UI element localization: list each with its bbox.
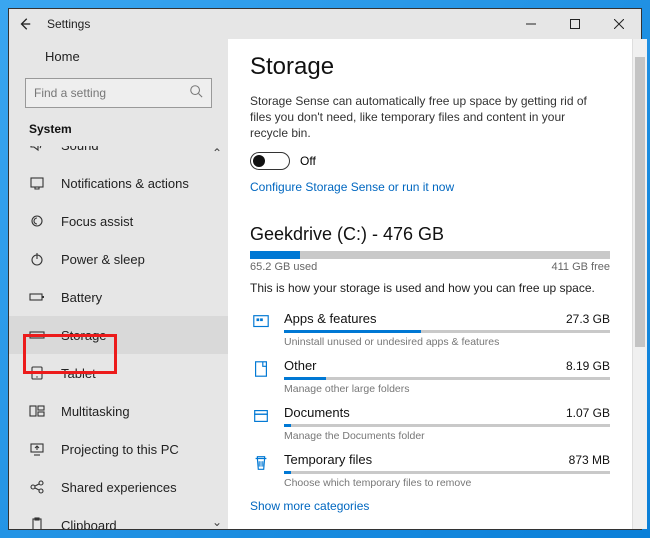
free-label: 411 GB free	[552, 261, 611, 273]
sidebar-item-multitasking[interactable]: Multitasking	[9, 392, 228, 430]
settings-window: Settings Home System	[8, 8, 642, 530]
other-icon	[250, 358, 272, 395]
category-hint: Manage the Documents folder	[284, 430, 610, 442]
temp-files-icon	[250, 452, 272, 489]
used-label: 65.2 GB used	[250, 261, 317, 273]
category-hint: Choose which temporary files to remove	[284, 477, 610, 489]
search-icon	[189, 84, 203, 103]
storage-icon	[29, 327, 45, 343]
close-icon	[614, 19, 624, 29]
clipboard-icon	[29, 517, 45, 529]
back-button[interactable]	[9, 9, 41, 39]
page-title: Storage	[250, 53, 610, 81]
sidebar-item-label: Multitasking	[61, 404, 130, 419]
scrollbar-thumb[interactable]	[635, 57, 645, 347]
storage-sense-toggle[interactable]	[250, 152, 290, 170]
sidebar-item-tablet[interactable]: Tablet	[9, 354, 228, 392]
sidebar-item-label: Clipboard	[61, 518, 117, 530]
close-button[interactable]	[597, 9, 641, 39]
sidebar-item-focus-assist[interactable]: Focus assist	[9, 202, 228, 240]
category-size: 873 MB	[569, 453, 610, 467]
section-header: System	[9, 118, 228, 146]
titlebar: Settings	[9, 9, 641, 39]
sidebar-item-storage[interactable]: Storage	[9, 316, 228, 354]
sidebar-item-label: Sound	[61, 146, 99, 153]
maximize-icon	[570, 19, 580, 29]
sidebar-item-label: Storage	[61, 328, 107, 343]
toggle-state-label: Off	[300, 154, 316, 168]
vertical-scrollbar[interactable]	[632, 39, 647, 529]
content-area: Home System ⌃ Sound Notifications & actio…	[9, 39, 641, 529]
sidebar-item-label: Focus assist	[61, 214, 133, 229]
maximize-button[interactable]	[553, 9, 597, 39]
category-hint: Uninstall unused or undesired apps & fea…	[284, 336, 610, 348]
shared-experiences-icon	[29, 479, 45, 495]
storage-categories: Apps & features27.3 GB Uninstall unused o…	[250, 305, 610, 493]
tablet-icon	[29, 365, 45, 381]
how-used-description: This is how your storage is used and how…	[250, 281, 610, 295]
sidebar-item-notifications-actions[interactable]: Notifications & actions	[9, 164, 228, 202]
back-arrow-icon	[18, 17, 32, 31]
home-label: Home	[45, 49, 80, 64]
storage-category-other[interactable]: Other8.19 GB Manage other large folders	[250, 352, 610, 399]
scroll-up-chevron-icon[interactable]: ⌃	[212, 146, 222, 160]
notifications-icon	[29, 175, 45, 191]
sidebar-item-shared-experiences[interactable]: Shared experiences	[9, 468, 228, 506]
minimize-button[interactable]	[509, 9, 553, 39]
sidebar-item-label: Shared experiences	[61, 480, 177, 495]
storage-category-documents[interactable]: Documents1.07 GB Manage the Documents fol…	[250, 399, 610, 446]
sidebar-item-battery[interactable]: Battery	[9, 278, 228, 316]
sidebar-item-projecting-to-this-pc[interactable]: Projecting to this PC	[9, 430, 228, 468]
sidebar-item-label: Projecting to this PC	[61, 442, 179, 457]
minimize-icon	[526, 19, 536, 29]
sidebar-item-label: Power & sleep	[61, 252, 145, 267]
power-sleep-icon	[29, 251, 45, 267]
projecting-icon	[29, 441, 45, 457]
category-hint: Manage other large folders	[284, 383, 610, 395]
category-bar	[284, 424, 610, 427]
main-panel: Storage Storage Sense can automatically …	[228, 39, 647, 529]
search-box[interactable]	[25, 78, 212, 108]
category-name: Apps & features	[284, 311, 566, 326]
storage-category-temporary-files[interactable]: Temporary files873 MB Choose which tempor…	[250, 446, 610, 493]
show-more-categories-link[interactable]: Show more categories	[250, 499, 369, 513]
sidebar-item-label: Tablet	[61, 366, 96, 381]
home-nav[interactable]: Home	[9, 39, 228, 76]
sidebar-nav-list: ⌃ Sound Notifications & actions Focus assi…	[9, 146, 228, 529]
sidebar: Home System ⌃ Sound Notifications & actio…	[9, 39, 228, 529]
main-content: Storage Storage Sense can automatically …	[228, 39, 632, 529]
scroll-down-chevron-icon[interactable]: ⌄	[212, 515, 222, 529]
sidebar-item-power-sleep[interactable]: Power & sleep	[9, 240, 228, 278]
drive-heading: Geekdrive (C:) - 476 GB	[250, 224, 610, 245]
category-bar	[284, 330, 610, 333]
drive-usage-bar	[250, 251, 610, 259]
category-size: 1.07 GB	[566, 406, 610, 420]
category-name: Other	[284, 358, 566, 373]
category-bar	[284, 471, 610, 474]
storage-sense-description: Storage Sense can automatically free up …	[250, 93, 590, 142]
sound-icon	[29, 146, 45, 153]
sidebar-item-clipboard[interactable]: Clipboard	[9, 506, 228, 529]
sidebar-item-label: Battery	[61, 290, 102, 305]
search-input[interactable]	[34, 86, 189, 100]
multitasking-icon	[29, 403, 45, 419]
window-title: Settings	[47, 17, 90, 31]
category-bar	[284, 377, 610, 380]
battery-icon	[29, 289, 45, 305]
category-size: 27.3 GB	[566, 312, 610, 326]
category-name: Temporary files	[284, 452, 569, 467]
sidebar-item-label: Notifications & actions	[61, 176, 189, 191]
storage-category-apps-features[interactable]: Apps & features27.3 GB Uninstall unused o…	[250, 305, 610, 352]
configure-storage-sense-link[interactable]: Configure Storage Sense or run it now	[250, 180, 454, 194]
category-size: 8.19 GB	[566, 359, 610, 373]
sidebar-item-sound[interactable]: Sound	[9, 146, 228, 164]
apps-icon	[250, 311, 272, 348]
category-name: Documents	[284, 405, 566, 420]
documents-icon	[250, 405, 272, 442]
focus-assist-icon	[29, 213, 45, 229]
